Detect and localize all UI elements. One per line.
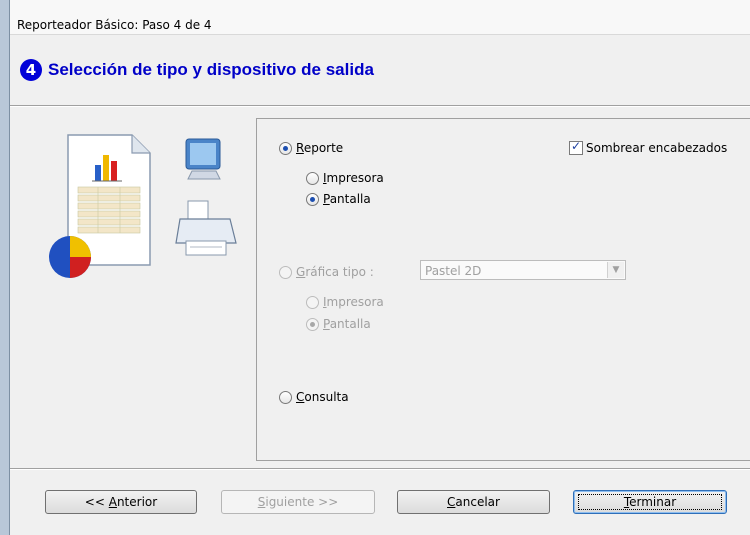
output-illustration bbox=[40, 125, 240, 285]
header-separator-highlight bbox=[10, 106, 750, 107]
radio-reporte-impresora[interactable]: Impresora bbox=[306, 171, 384, 185]
anterior-mnemonic: A bbox=[108, 495, 117, 509]
radio-grafica-impresora-circle[interactable] bbox=[306, 295, 319, 309]
radio-grafica-impresora-label: Impresora bbox=[323, 295, 384, 309]
radio-consulta[interactable]: Consulta bbox=[279, 390, 349, 404]
radio-grafica-pantalla[interactable]: Pantalla bbox=[306, 317, 371, 331]
radio-grafica-circle[interactable] bbox=[279, 265, 292, 279]
checkbox-sombrear-box[interactable] bbox=[569, 139, 583, 155]
anterior-label: nterior bbox=[116, 495, 158, 509]
footer-separator-highlight bbox=[10, 469, 750, 470]
grafica-tipo-select[interactable]: Pastel 2D ▼ bbox=[420, 260, 626, 280]
radio-reporte-pantalla-label: Pantalla bbox=[323, 192, 371, 206]
radio-grafica-label: Gráfica tipo : bbox=[296, 265, 374, 279]
cancelar-label: ancelar bbox=[455, 495, 500, 509]
window-left-border bbox=[0, 0, 9, 535]
radio-reporte-impresora-label: Impresora bbox=[323, 171, 384, 185]
radio-grafica-pantalla-circle[interactable] bbox=[306, 317, 319, 331]
radio-reporte-label: Reporte bbox=[296, 141, 344, 155]
anterior-button[interactable]: << Anterior bbox=[45, 490, 197, 514]
title-bar: Reporteador Básico: Paso 4 de 4 bbox=[10, 0, 750, 35]
grafica-tipo-value: Pastel 2D bbox=[425, 264, 482, 278]
checkbox-sombrear-encabezados[interactable]: Sombrear encabezados bbox=[569, 139, 728, 155]
radio-grafica-pantalla-label: Pantalla bbox=[323, 317, 371, 331]
step-heading: Selección de tipo y dispositivo de salid… bbox=[48, 60, 374, 79]
siguiente-button[interactable]: Siguiente >> bbox=[221, 490, 375, 514]
monitor-icon bbox=[185, 138, 221, 180]
chevron-down-icon[interactable]: ▼ bbox=[607, 262, 624, 278]
radio-consulta-label: Consulta bbox=[296, 390, 349, 404]
anterior-prefix: << bbox=[84, 495, 109, 509]
terminar-button[interactable]: Terminar bbox=[573, 490, 727, 514]
siguiente-label: iguiente >> bbox=[265, 495, 339, 509]
radio-grafica-tipo[interactable]: Gráfica tipo : bbox=[279, 265, 374, 279]
radio-consulta-circle[interactable] bbox=[279, 390, 292, 404]
radio-reporte-circle[interactable] bbox=[279, 141, 292, 155]
pie-chart-icon bbox=[49, 236, 91, 278]
printer-icon bbox=[175, 200, 237, 256]
cancelar-button[interactable]: Cancelar bbox=[397, 490, 550, 514]
radio-reporte[interactable]: Reporte bbox=[279, 141, 343, 155]
options-panel bbox=[256, 118, 750, 461]
radio-reporte-impresora-circle[interactable] bbox=[306, 171, 319, 185]
wizard-window: Reporteador Básico: Paso 4 de 4 4 Selecc… bbox=[0, 0, 750, 535]
radio-reporte-pantalla-circle[interactable] bbox=[306, 192, 319, 206]
radio-grafica-impresora[interactable]: Impresora bbox=[306, 295, 384, 309]
radio-reporte-pantalla[interactable]: Pantalla bbox=[306, 192, 371, 206]
step-number-badge: 4 bbox=[20, 59, 42, 81]
window-title: Reporteador Básico: Paso 4 de 4 bbox=[17, 18, 212, 32]
wizard-header: 4 Selección de tipo y dispositivo de sal… bbox=[10, 35, 750, 107]
checkbox-sombrear-label: Sombrear encabezados bbox=[586, 141, 728, 155]
focus-rectangle bbox=[578, 494, 722, 510]
